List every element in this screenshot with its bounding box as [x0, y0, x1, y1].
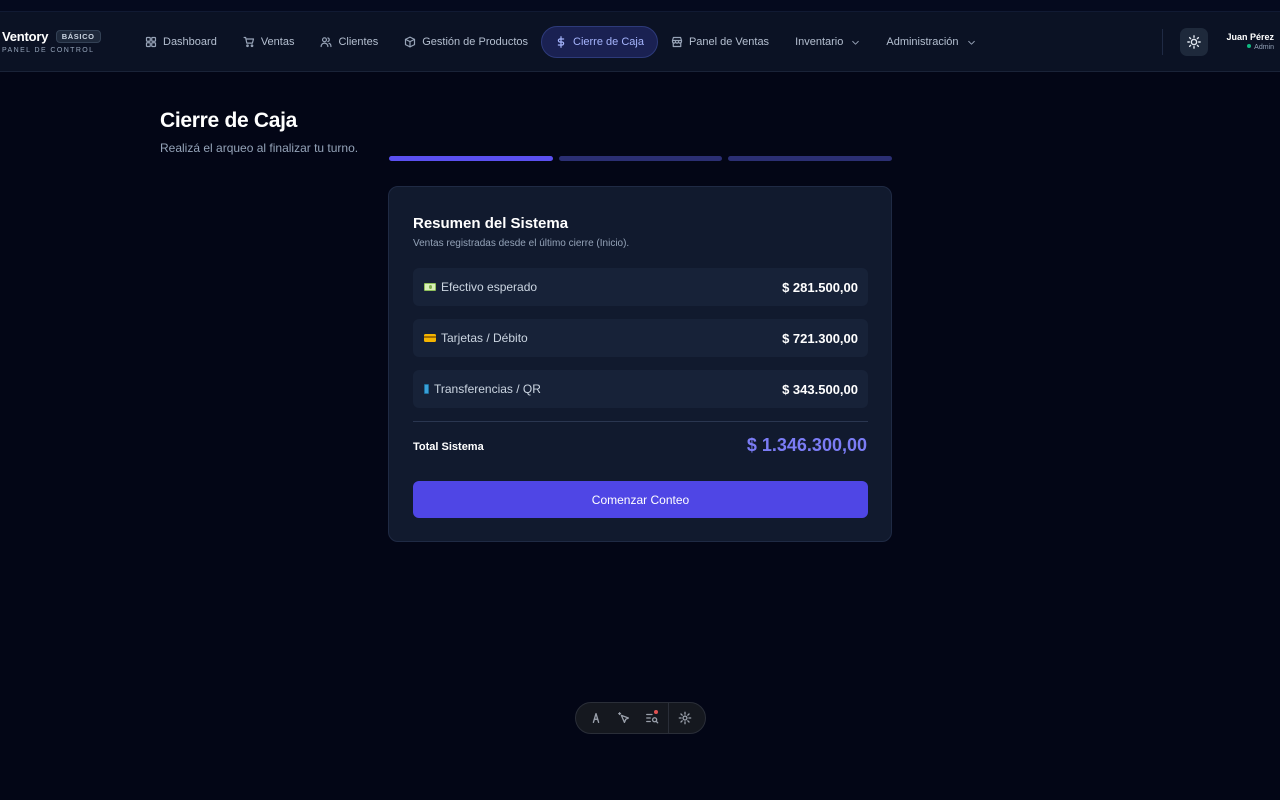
nav-label: Cierre de Caja	[573, 36, 644, 48]
nav-label: Inventario	[795, 36, 844, 48]
sun-icon	[1187, 35, 1201, 49]
chevron-down-icon	[967, 40, 975, 45]
plan-badge: BÁSICO	[55, 30, 101, 43]
total-divider	[413, 421, 868, 422]
nav-label: Panel de Ventas	[688, 36, 770, 48]
step-1	[389, 156, 553, 161]
cart-icon	[243, 36, 254, 48]
nav-item-inventario[interactable]: Inventario	[782, 26, 873, 58]
nav-item-panel-de-ventas[interactable]: Panel de Ventas	[658, 26, 782, 58]
nav-label: Administración	[886, 36, 959, 48]
row-value: $ 721.300,00	[782, 330, 858, 346]
row-value: $ 343.500,00	[782, 381, 858, 397]
row-label-text: Efectivo esperado	[441, 280, 538, 294]
row-label: Efectivo esperado	[424, 280, 537, 294]
chevron-down-icon	[852, 40, 860, 45]
summary-row-tarjetas: Tarjetas / Débito $ 721.300,00	[413, 319, 868, 357]
nav-item-dashboard[interactable]: Dashboard	[132, 26, 230, 58]
step-3	[728, 156, 893, 161]
astro-logo-icon	[592, 712, 600, 724]
total-label: Total Sistema	[413, 441, 484, 453]
user-role: Admin	[1226, 44, 1274, 51]
user-menu[interactable]: Juan Pérez Admin	[1226, 32, 1274, 51]
user-role-label: Admin	[1254, 44, 1274, 51]
brand[interactable]: Ventory BÁSICO PANEL DE CONTROL	[2, 28, 101, 54]
card-title: Resumen del Sistema	[413, 215, 569, 232]
audit-button[interactable]	[638, 703, 666, 733]
nav-label: Dashboard	[163, 36, 217, 48]
gear-icon	[678, 711, 692, 725]
nav-divider	[1162, 29, 1163, 55]
box-icon	[405, 36, 416, 48]
phone-icon	[424, 384, 429, 394]
nav-item-productos[interactable]: Gestión de Productos	[391, 26, 541, 58]
system-summary-card: Resumen del Sistema Ventas registradas d…	[388, 186, 892, 542]
cursor-sparkle-icon	[618, 712, 630, 724]
step-2	[558, 156, 723, 161]
toolbar-divider	[668, 703, 669, 733]
nav-item-ventas[interactable]: Ventas	[230, 26, 308, 58]
row-label-text: Tarjetas / Débito	[441, 331, 528, 345]
progress-stepper	[389, 156, 893, 161]
brand-name: Ventory	[2, 29, 49, 44]
users-icon	[320, 37, 333, 48]
card-icon	[424, 334, 436, 342]
nav-item-clientes[interactable]: Clientes	[307, 26, 391, 58]
inspect-button[interactable]	[610, 703, 638, 733]
top-navbar: Ventory BÁSICO PANEL DE CONTROL Dashboar…	[0, 12, 1280, 72]
nav-item-administracion[interactable]: Administración	[873, 26, 988, 58]
nav-label: Gestión de Productos	[422, 36, 529, 48]
dev-toolbar	[575, 702, 706, 734]
dollar-icon	[557, 36, 565, 48]
row-label-text: Transferencias / QR	[434, 382, 541, 396]
theme-toggle-button[interactable]	[1180, 28, 1208, 56]
dev-toolbar-logo-button[interactable]	[582, 703, 610, 733]
summary-row-efectivo: Efectivo esperado $ 281.500,00	[413, 268, 868, 306]
user-name: Juan Pérez	[1226, 32, 1274, 42]
browser-top-strip	[0, 0, 1280, 12]
online-status-dot	[1247, 44, 1252, 48]
card-subtitle: Ventas registradas desde el último cierr…	[413, 238, 630, 249]
row-label: Tarjetas / Débito	[424, 331, 528, 345]
dashboard-icon	[145, 36, 157, 48]
page-subtitle: Realizá el arqueo al finalizar tu turno.	[160, 141, 359, 155]
brand-subtitle: PANEL DE CONTROL	[2, 47, 95, 54]
nav-item-cierre-de-caja[interactable]: Cierre de Caja	[541, 26, 658, 58]
store-icon	[671, 36, 683, 48]
summary-row-transferencias: Transferencias / QR $ 343.500,00	[413, 370, 868, 408]
nav-label: Clientes	[338, 36, 379, 48]
main-nav: Dashboard Ventas Clientes Gestión de Pro…	[132, 26, 989, 58]
start-count-button[interactable]: Comenzar Conteo	[413, 481, 868, 518]
nav-label: Ventas	[260, 36, 295, 48]
cash-icon	[424, 283, 436, 291]
page-title: Cierre de Caja	[160, 109, 298, 132]
row-value: $ 281.500,00	[782, 279, 858, 295]
row-label: Transferencias / QR	[424, 382, 541, 396]
total-value: $ 1.346.300,00	[746, 435, 867, 455]
settings-button[interactable]	[671, 703, 699, 733]
